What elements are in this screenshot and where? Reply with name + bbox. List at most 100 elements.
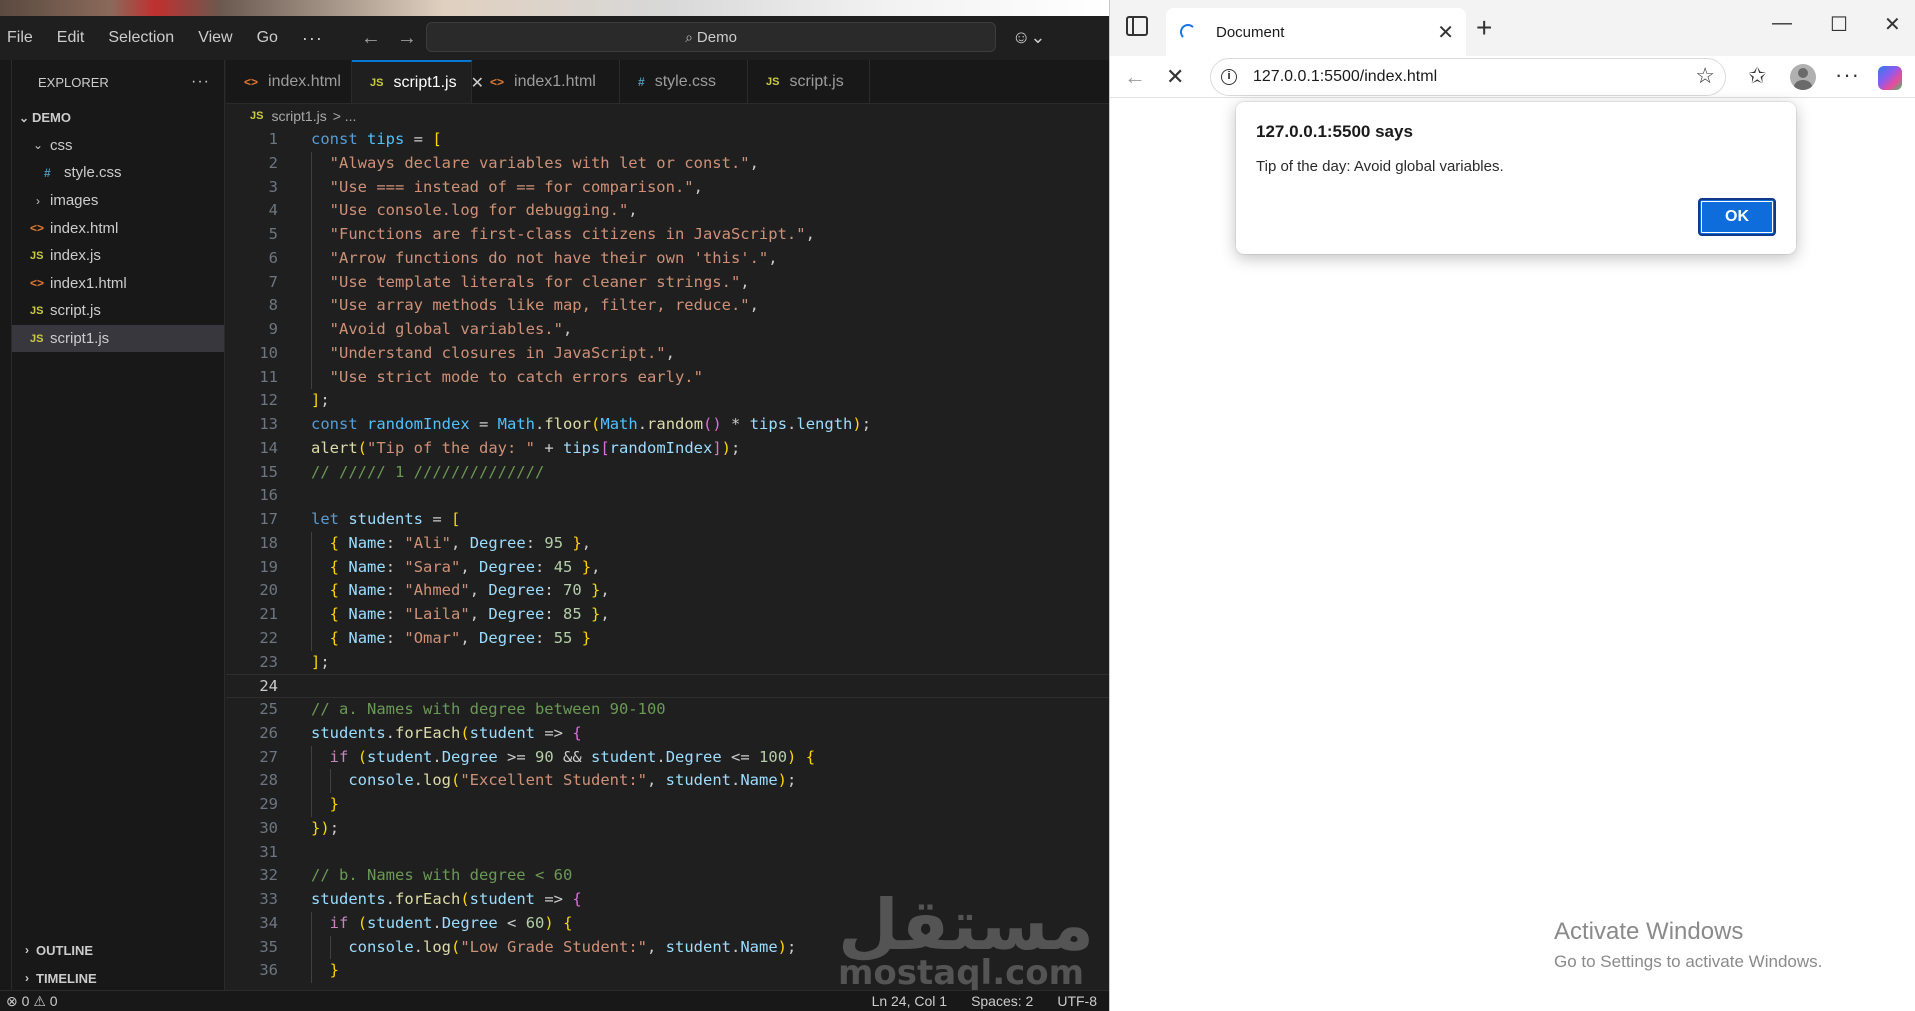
new-tab-icon[interactable]: + bbox=[1476, 12, 1492, 44]
line-number: 5 bbox=[268, 225, 278, 243]
code-line[interactable]: 20 { Name: "Ahmed", Degree: 70 }, bbox=[226, 579, 1109, 603]
copilot-icon[interactable]: ☺⌄ bbox=[1012, 27, 1045, 48]
timeline-section[interactable]: › TIMELINE bbox=[12, 964, 225, 992]
site-info-icon[interactable]: i bbox=[1221, 69, 1237, 85]
status-problems[interactable]: ⊗ 0 ⚠ 0 bbox=[0, 993, 58, 1010]
mostaql-watermark: مستقل mostaql.com bbox=[838, 890, 1094, 990]
code-line[interactable]: 11 "Use strict mode to catch errors earl… bbox=[226, 365, 1109, 390]
menu-edit[interactable]: Edit bbox=[45, 29, 97, 47]
line-number: 14 bbox=[259, 438, 278, 457]
tree-item-images[interactable]: › images bbox=[12, 187, 224, 215]
close-window-icon[interactable]: ✕ bbox=[1884, 12, 1901, 37]
code-line[interactable]: 17 let students = [ bbox=[226, 508, 1109, 532]
close-tab-icon[interactable]: ✕ bbox=[1437, 20, 1454, 45]
forward-arrow-icon[interactable]: → bbox=[389, 27, 425, 50]
browser-tab[interactable]: Document ✕ bbox=[1166, 8, 1466, 56]
code-line[interactable]: 4 "Use console.log for debugging.", bbox=[226, 199, 1109, 223]
outline-label: OUTLINE bbox=[36, 942, 94, 958]
alert-title: 127.0.0.1:5500 says bbox=[1256, 122, 1413, 141]
code-line[interactable]: 12]; bbox=[226, 389, 1109, 413]
code-line[interactable]: 13 const randomIndex = Math.floor(Math.ra… bbox=[226, 413, 1109, 437]
code-line[interactable]: 2 "Always declare variables with let or … bbox=[226, 151, 1109, 176]
tree-item-index-html[interactable]: <> index.html bbox=[12, 214, 224, 242]
code-line[interactable]: 3 "Use === instead of == for comparison.… bbox=[226, 175, 1109, 200]
more-options-icon[interactable]: ··· bbox=[1835, 62, 1860, 88]
minimize-icon[interactable]: — bbox=[1772, 12, 1792, 35]
css-file-icon: # bbox=[638, 74, 645, 89]
breadcrumb-rest[interactable]: > ... bbox=[333, 108, 357, 124]
tree-item-script-js[interactable]: JS script.js bbox=[12, 297, 224, 325]
tree-item-css[interactable]: ⌄ css bbox=[12, 132, 224, 160]
code-line[interactable]: 21 { Name: "Laila", Degree: 85 }, bbox=[226, 603, 1109, 627]
code-line[interactable]: 16 bbox=[226, 484, 1109, 508]
tree-item-script1-js[interactable]: JS script1.js bbox=[12, 324, 224, 353]
html-file-icon: <> bbox=[30, 221, 45, 236]
menu-go[interactable]: Go bbox=[245, 29, 290, 47]
command-center-search[interactable]: ⌕ Demo bbox=[426, 22, 996, 52]
code-line[interactable]: 6 "Arrow functions do not have their own… bbox=[226, 246, 1109, 271]
copilot-icon[interactable] bbox=[1878, 66, 1902, 90]
code-line[interactable]: 19 { Name: "Sara", Degree: 45 }, bbox=[226, 555, 1109, 580]
code-line[interactable]: 1 const tips = [ bbox=[226, 128, 1109, 152]
line-number: 15 bbox=[259, 462, 278, 481]
code-line[interactable]: 27 if (student.Degree >= 90 && student.D… bbox=[226, 745, 1109, 770]
code-line[interactable]: 23]; bbox=[226, 651, 1109, 675]
code-line[interactable]: 18 { Name: "Ali", Degree: 95 }, bbox=[226, 531, 1109, 556]
tree-item-index-js[interactable]: JS index.js bbox=[12, 242, 224, 270]
back-icon[interactable]: ← bbox=[1124, 64, 1146, 90]
menu-file[interactable]: File bbox=[0, 29, 45, 47]
code-line[interactable]: 24 bbox=[226, 674, 1109, 698]
line-number: 1 bbox=[268, 130, 278, 148]
error-icon: ⊗ bbox=[6, 992, 18, 1009]
breadcrumb-file[interactable]: script1.js bbox=[271, 108, 326, 124]
status-cursor-position[interactable]: Ln 24, Col 1 bbox=[860, 993, 960, 1009]
tab-script1-js[interactable]: JS script1.js ✕ bbox=[352, 60, 484, 103]
back-arrow-icon[interactable]: ← bbox=[353, 27, 389, 50]
line-number: 6 bbox=[268, 248, 278, 267]
code-editor[interactable]: 1 const tips = [2 "Always declare variabl… bbox=[226, 128, 1109, 990]
edge-window: Document ✕ + — ☐ ✕ ← ✕ i 127.0.0.1:5500/… bbox=[1109, 0, 1915, 1011]
status-indentation[interactable]: Spaces: 2 bbox=[959, 993, 1045, 1009]
code-line[interactable]: 7 "Use template literals for cleaner str… bbox=[226, 270, 1109, 295]
tree-item-index1-html[interactable]: <> index1.html bbox=[12, 270, 224, 298]
code-line[interactable]: 28 console.log("Excellent Student:", stu… bbox=[226, 769, 1109, 793]
code-line[interactable]: 10 "Understand closures in JavaScript.", bbox=[226, 341, 1109, 366]
menu-view[interactable]: View bbox=[186, 29, 244, 47]
code-line[interactable]: 8 "Use array methods like map, filter, r… bbox=[226, 294, 1109, 318]
menu-selection[interactable]: Selection bbox=[96, 29, 186, 47]
tree-root-demo[interactable]: ⌄ DEMO bbox=[12, 104, 224, 132]
tab-actions-icon[interactable] bbox=[1126, 16, 1148, 36]
code-line[interactable]: 5 "Functions are first-class citizens in… bbox=[226, 223, 1109, 247]
favorite-star-icon[interactable]: ☆ bbox=[1695, 63, 1715, 89]
code-line[interactable]: 25 // a. Names with degree between 90-100 bbox=[226, 698, 1109, 722]
status-encoding[interactable]: UTF-8 bbox=[1045, 993, 1109, 1009]
line-number: 8 bbox=[268, 296, 278, 315]
line-number: 19 bbox=[259, 557, 278, 576]
code-line[interactable]: 9 "Avoid global variables.", bbox=[226, 318, 1109, 342]
line-number: 7 bbox=[268, 272, 278, 291]
code-line[interactable]: 14 alert("Tip of the day: " + tips[random… bbox=[226, 437, 1109, 461]
code-text: { Name: "Sara", Degree: 45 }, bbox=[329, 557, 601, 576]
tab-script-js[interactable]: JS script.js bbox=[748, 60, 870, 103]
code-line[interactable]: 29 } bbox=[226, 793, 1109, 817]
outline-section[interactable]: › OUTLINE bbox=[12, 936, 225, 964]
tab-style-css[interactable]: # style.css bbox=[620, 60, 748, 103]
code-line[interactable]: 22 { Name: "Omar", Degree: 55 } bbox=[226, 626, 1109, 651]
tree-item-style-css[interactable]: # style.css bbox=[12, 159, 224, 187]
stop-loading-icon[interactable]: ✕ bbox=[1166, 64, 1184, 90]
code-line[interactable]: 26 students.forEach(student => { bbox=[226, 722, 1109, 746]
favorites-icon[interactable]: ✩ bbox=[1748, 63, 1766, 89]
code-line[interactable]: 30}); bbox=[226, 817, 1109, 841]
address-bar[interactable]: i 127.0.0.1:5500/index.html ☆ bbox=[1210, 58, 1726, 96]
tab-index-html[interactable]: <> index.html bbox=[226, 60, 352, 103]
tab-index1-html[interactable]: <> index1.html bbox=[472, 60, 620, 103]
profile-avatar[interactable] bbox=[1790, 64, 1816, 90]
line-number: 11 bbox=[259, 367, 278, 386]
explorer-more-icon[interactable]: ··· bbox=[191, 73, 210, 91]
ok-button[interactable]: OK bbox=[1698, 198, 1776, 236]
code-line[interactable]: 31 bbox=[226, 841, 1109, 865]
code-line[interactable]: 15 // ///// 1 ////////////// bbox=[226, 461, 1109, 485]
menu-more-icon[interactable]: ··· bbox=[290, 28, 335, 49]
error-count: 0 bbox=[21, 992, 30, 1009]
maximize-icon[interactable]: ☐ bbox=[1830, 12, 1848, 37]
